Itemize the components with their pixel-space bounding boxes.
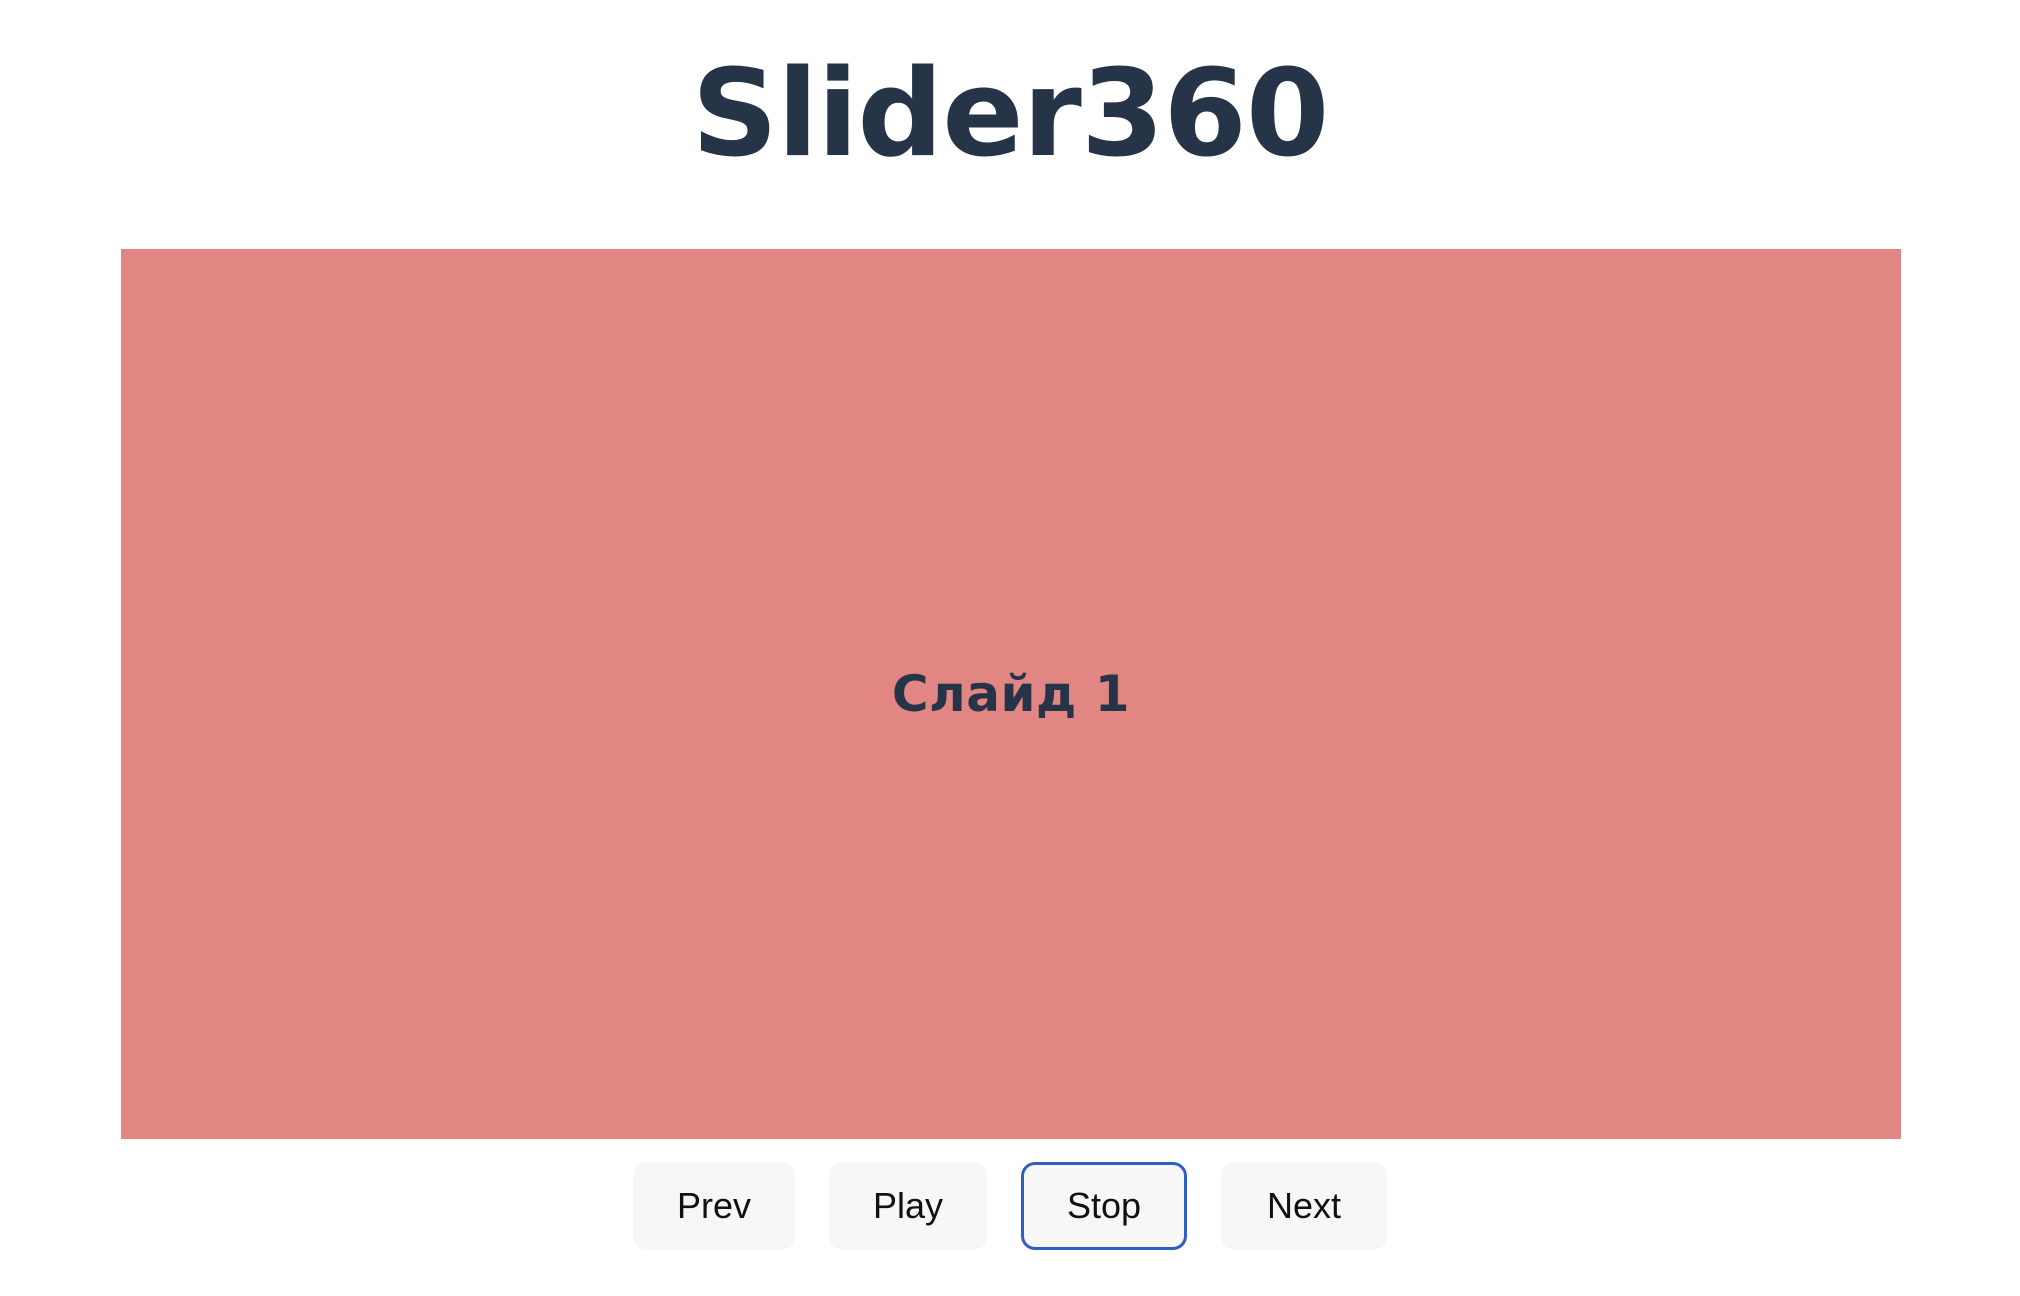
page-title: Slider360 <box>691 45 1330 184</box>
next-button[interactable]: Next <box>1221 1162 1387 1250</box>
slider: Слайд 1 <box>121 249 1901 1139</box>
prev-button[interactable]: Prev <box>633 1162 795 1250</box>
slide: Слайд 1 <box>121 249 1901 1139</box>
play-button[interactable]: Play <box>829 1162 987 1250</box>
page: Slider360 Слайд 1 Prev Play Stop Next <box>0 0 2020 1296</box>
slider-controls: Prev Play Stop Next <box>0 1162 2020 1250</box>
stop-button[interactable]: Stop <box>1021 1162 1187 1250</box>
slide-label: Слайд 1 <box>891 665 1131 723</box>
